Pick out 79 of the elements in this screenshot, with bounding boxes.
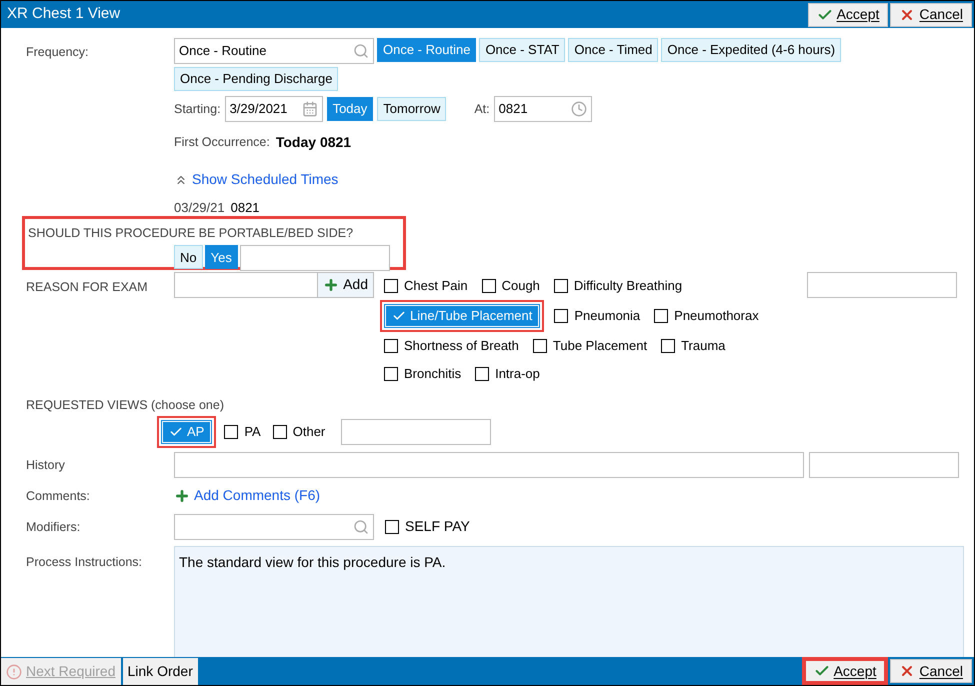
reason-other-field[interactable] bbox=[807, 272, 957, 298]
clock-icon bbox=[570, 101, 587, 117]
checkbox[interactable] bbox=[654, 308, 668, 322]
checkbox[interactable] bbox=[384, 338, 398, 352]
frequency-option[interactable]: Once - STAT bbox=[479, 38, 566, 62]
field-label: Modifiers: bbox=[26, 520, 80, 534]
checkbox[interactable] bbox=[224, 424, 238, 438]
time-field[interactable]: 0821 bbox=[494, 96, 592, 122]
day-button[interactable]: Tomorrow bbox=[377, 97, 446, 121]
history-field[interactable] bbox=[174, 452, 804, 478]
plus-icon bbox=[323, 276, 340, 292]
date-field[interactable]: 3/29/2021 bbox=[224, 96, 323, 122]
option-label: Pneumothorax bbox=[674, 306, 759, 325]
field-label: REASON FOR EXAM bbox=[26, 280, 148, 294]
accept-button[interactable]: Accept bbox=[808, 2, 888, 26]
accept-button[interactable]: Accept bbox=[804, 659, 886, 683]
plus-icon bbox=[174, 488, 190, 504]
portable-choice[interactable]: No bbox=[174, 245, 203, 270]
field-label: Frequency: bbox=[26, 45, 89, 59]
option-label: Chest Pain bbox=[404, 276, 468, 295]
calendar-icon bbox=[302, 101, 318, 117]
day-button[interactable]: Today bbox=[326, 97, 374, 121]
option-label: Bronchitis bbox=[404, 364, 462, 383]
history-extra-field[interactable] bbox=[809, 452, 959, 478]
checkbox[interactable] bbox=[532, 338, 547, 352]
field-label: REQUESTED VIEWS (choose one) bbox=[26, 398, 224, 412]
field-label: Process Instructions: bbox=[26, 554, 142, 568]
field-label: First Occurrence: bbox=[174, 134, 270, 152]
check-icon bbox=[392, 308, 406, 322]
cancel-button[interactable]: Cancel bbox=[890, 659, 972, 683]
option-label: PA bbox=[244, 422, 261, 441]
option-label: Pneumonia bbox=[574, 306, 640, 325]
checked-option[interactable]: Line/Tube Placement bbox=[385, 304, 540, 326]
frequency-field[interactable]: Once - Routine bbox=[174, 38, 374, 64]
scheduled-time: 0821 bbox=[230, 199, 260, 217]
frequency-option[interactable]: Once - Timed bbox=[568, 38, 658, 62]
field-label: At: bbox=[474, 100, 490, 118]
checkbox[interactable] bbox=[475, 366, 490, 380]
check-icon bbox=[169, 424, 183, 438]
checkbox[interactable] bbox=[385, 520, 399, 534]
option-label: Other bbox=[292, 422, 326, 441]
add-comments-link[interactable]: Add Comments (F6) bbox=[194, 485, 320, 506]
field-label: Starting: bbox=[174, 100, 221, 118]
checkbox[interactable] bbox=[384, 278, 398, 292]
field-label: History bbox=[26, 458, 65, 472]
views-other-field[interactable] bbox=[341, 418, 492, 444]
cancel-button[interactable]: Cancel bbox=[890, 2, 972, 26]
field-label: Comments: bbox=[26, 489, 90, 503]
frequency-option[interactable]: Once - Expedited (4-6 hours) bbox=[661, 38, 842, 62]
checkbox[interactable] bbox=[272, 424, 287, 438]
add-button[interactable]: Add bbox=[317, 272, 373, 296]
option-label: Trauma bbox=[681, 336, 726, 355]
checkbox[interactable] bbox=[661, 338, 676, 352]
checked-option[interactable]: AP bbox=[162, 420, 212, 442]
occurrence-value: Today 0821 bbox=[276, 133, 352, 152]
modifiers-field[interactable] bbox=[174, 514, 374, 540]
option-label: Cough bbox=[502, 276, 540, 295]
frequency-option[interactable]: Once - Pending Discharge bbox=[174, 67, 338, 91]
scheduled-date: 03/29/21 bbox=[174, 199, 225, 217]
show-times-link[interactable]: Show Scheduled Times bbox=[192, 169, 338, 190]
option-label: Difficulty Breathing bbox=[574, 276, 682, 295]
alert-icon bbox=[6, 664, 22, 680]
checkbox[interactable] bbox=[554, 278, 568, 292]
frequency-option[interactable]: Once - Routine bbox=[377, 38, 476, 62]
reason-field[interactable]: Add bbox=[174, 272, 374, 298]
portable-comment-field[interactable] bbox=[240, 245, 390, 272]
window-title: XR Chest 1 View bbox=[7, 4, 120, 24]
portable-choice[interactable]: Yes bbox=[204, 245, 238, 270]
checkbox[interactable] bbox=[482, 278, 496, 292]
checkbox[interactable] bbox=[384, 366, 398, 380]
search-icon bbox=[353, 518, 369, 534]
option-label: Intra-op bbox=[495, 364, 540, 383]
option-label: Tube Placement bbox=[552, 336, 648, 355]
option-label: Shortness of Breath bbox=[404, 336, 519, 355]
search-icon bbox=[353, 43, 369, 59]
option-label: SELF PAY bbox=[405, 517, 470, 536]
link-order-button[interactable]: Link Order bbox=[122, 658, 198, 685]
checkbox[interactable] bbox=[554, 308, 568, 322]
portable-question: SHOULD THIS PROCEDURE BE PORTABLE/BED SIDE? bbox=[28, 224, 354, 242]
